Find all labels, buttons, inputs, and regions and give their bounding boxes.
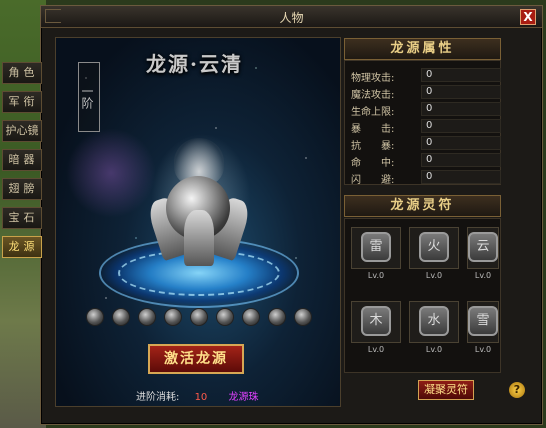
progress-dot xyxy=(216,308,234,326)
cost-item: 龙源珠 xyxy=(228,392,259,403)
progress-dots xyxy=(86,308,326,328)
cost-label: 进阶消耗: xyxy=(136,392,180,403)
thunder-rune-icon: 雷 xyxy=(361,232,391,262)
snow-rune-icon: 雪 xyxy=(468,306,498,336)
tab-gems[interactable]: 宝石 xyxy=(2,207,42,229)
title-bar[interactable]: 人物 X xyxy=(41,6,542,28)
tab-dragon-source[interactable]: 龙源 xyxy=(2,236,42,258)
rune-slot[interactable]: 木 Lv.0 xyxy=(351,301,401,354)
attr-row: 物理攻击: 0 xyxy=(351,68,501,84)
progress-dot xyxy=(294,308,312,326)
progress-dot xyxy=(138,308,156,326)
progress-dot xyxy=(268,308,286,326)
orb-claw xyxy=(184,210,214,266)
rune-level: Lv.0 xyxy=(367,271,385,280)
stage-label: 一阶 xyxy=(78,62,100,132)
tab-rank[interactable]: 军衔 xyxy=(2,91,42,113)
activate-button[interactable]: 激活龙源 xyxy=(148,344,244,374)
wood-rune-icon: 木 xyxy=(361,306,391,336)
water-rune-icon: 水 xyxy=(419,306,449,336)
attr-row: 暴 击: 0 xyxy=(351,119,501,135)
nebula xyxy=(66,128,156,218)
cost-value: 10 xyxy=(194,392,208,403)
tab-role[interactable]: 角色 xyxy=(2,62,42,84)
rune-level: Lv.0 xyxy=(425,345,443,354)
attributes-panel: 物理攻击: 0 魔法攻击: 0 生命上限: 0 暴 击: 0 抗 暴: 0 命 中: 0 闪… xyxy=(344,60,501,186)
window-title: 人物 xyxy=(279,11,304,25)
fire-rune-icon: 火 xyxy=(419,232,449,262)
rune-level: Lv.0 xyxy=(367,345,385,354)
attr-row: 生命上限: 0 xyxy=(351,102,501,118)
rune-slot[interactable]: 水 Lv.0 xyxy=(409,301,459,354)
progress-dot xyxy=(190,308,208,326)
progress-dot xyxy=(86,308,104,326)
gather-runes-button[interactable]: 凝聚灵符 xyxy=(418,380,474,400)
attr-row: 魔法攻击: 0 xyxy=(351,85,501,101)
close-button[interactable]: X xyxy=(520,9,536,25)
progress-dot xyxy=(164,308,182,326)
attributes-header: 龙源属性 xyxy=(344,38,501,60)
attr-row: 闪 避: 0 xyxy=(351,170,501,186)
runes-panel: 雷 Lv.0 火 Lv.0 云 Lv.0 木 Lv.0 水 Lv.0 雪 Lv.… xyxy=(344,218,501,373)
progress-dot xyxy=(242,308,260,326)
runes-header: 龙源灵符 xyxy=(344,195,501,217)
tab-wings[interactable]: 翅膀 xyxy=(2,178,42,200)
scene-title: 龙源·云清 xyxy=(146,52,243,76)
rune-slot[interactable]: 雷 Lv.0 xyxy=(351,227,401,280)
attr-row: 抗 暴: 0 xyxy=(351,136,501,152)
cloud-rune-icon: 云 xyxy=(468,232,498,262)
rune-level: Lv.0 xyxy=(474,345,492,354)
progress-dot xyxy=(112,308,130,326)
advance-cost: 进阶消耗: 10 龙源珠 xyxy=(136,388,258,403)
rune-level: Lv.0 xyxy=(425,271,443,280)
rune-slot[interactable]: 云 Lv.0 xyxy=(467,227,499,280)
rune-slot[interactable]: 雪 Lv.0 xyxy=(467,301,499,354)
help-icon[interactable]: ? xyxy=(509,382,525,398)
attr-row: 命 中: 0 xyxy=(351,153,501,169)
rune-level: Lv.0 xyxy=(474,271,492,280)
tab-hidden-weapon[interactable]: 暗器 xyxy=(2,149,42,171)
tab-heart-mirror[interactable]: 护心镜 xyxy=(2,120,42,142)
dragon-source-scene: 龙源·云清 一阶 激活龙源 进阶消耗: 10 龙源珠 xyxy=(55,37,341,407)
rune-slot[interactable]: 火 Lv.0 xyxy=(409,227,459,280)
